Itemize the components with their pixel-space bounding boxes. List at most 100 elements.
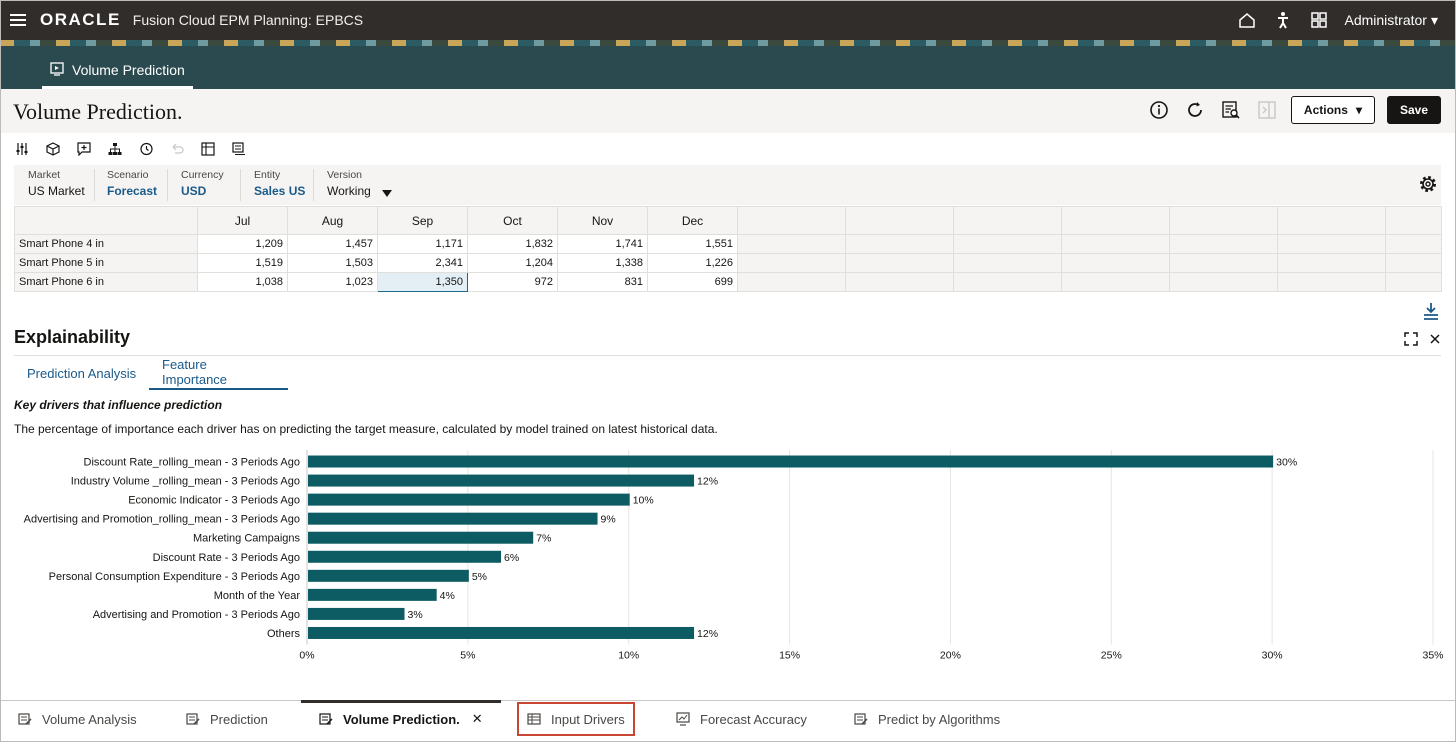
form-icon [186,712,200,726]
data-cell[interactable]: 2,341 [377,253,468,273]
navigator-grid-icon[interactable] [1309,10,1329,30]
user-name: Administrator [1344,12,1427,28]
gear-icon[interactable] [1418,174,1438,194]
nav-tab-label: Volume Prediction [72,62,185,78]
category-label: Industry Volume _rolling_mean - 3 Period… [71,476,300,488]
info-icon[interactable] [1147,98,1171,122]
category-label: Personal Consumption Expenditure - 3 Per… [49,571,300,583]
bar [308,474,695,487]
data-cell-selected[interactable]: 1,350 [377,272,468,292]
chevron-down-icon: ▾ [1355,103,1362,117]
history-icon[interactable] [138,141,154,157]
cube-icon[interactable] [45,141,61,157]
home-icon[interactable] [1237,10,1257,30]
data-cell[interactable]: 1,204 [467,253,558,273]
pov-label: Market [28,169,61,181]
expand-icon[interactable] [1404,332,1418,346]
navigation-bar: Volume Prediction [0,46,1456,89]
data-cell[interactable]: 1,551 [647,234,738,254]
table-row: Smart Phone 5 in 1,519 1,503 2,341 1,204… [14,253,1442,273]
user-menu[interactable]: Administrator ▾ [1345,12,1439,29]
data-cell[interactable]: 831 [557,272,648,292]
data-label: 5% [472,571,487,583]
col-header: Dec [647,206,738,235]
tab-volume-prediction[interactable]: Volume Prediction [42,54,193,89]
data-label: 30% [1276,457,1297,469]
comment-icon[interactable] [76,141,92,157]
data-cell[interactable]: 1,519 [197,253,288,273]
pov-value[interactable]: Forecast [107,184,157,198]
data-cell[interactable]: 1,171 [377,234,468,254]
explainability-tabs: Prediction Analysis Feature Importance [14,355,1441,390]
data-cell[interactable]: 1,741 [557,234,648,254]
pov-entity[interactable]: Entity Sales US [254,169,305,198]
global-header: ORACLE Fusion Cloud EPM Planning: EPBCS … [0,0,1456,40]
tab-volume-analysis[interactable]: Volume Analysis [18,701,137,737]
close-tab-icon[interactable]: ✕ [472,711,483,727]
pov-value[interactable]: Sales US [254,184,305,198]
data-cell[interactable]: 1,038 [197,272,288,292]
pov-scenario[interactable]: Scenario Forecast [107,169,157,198]
adjust-sliders-icon[interactable] [14,141,30,157]
form-header: Volume Prediction. Actions ▾ Save [0,89,1456,133]
point-of-view-bar: Market US Market Scenario Forecast Curre… [14,165,1441,205]
grid-form-icon [527,712,541,726]
save-button[interactable]: Save [1386,96,1441,124]
data-cell[interactable]: 1,457 [287,234,378,254]
data-grid: Jul Aug Sep Oct Nov Dec Smart Phone 4 in… [14,206,1442,292]
x-tick-label: 5% [460,650,475,662]
data-label: 3% [408,609,423,621]
oracle-logo: ORACLE [40,10,121,29]
hierarchy-icon[interactable] [107,141,123,157]
table-settings-icon[interactable] [200,141,216,157]
data-cell[interactable]: 699 [647,272,738,292]
data-cell[interactable]: 1,503 [287,253,378,273]
tab-prediction[interactable]: Prediction [186,701,268,737]
table-row: Smart Phone 4 in 1,209 1,457 1,171 1,832… [14,234,1442,254]
tab-feature-importance[interactable]: Feature Importance [149,356,288,390]
data-cell[interactable]: 1,226 [647,253,738,273]
tab-label: Volume Prediction. [343,711,460,727]
data-cell[interactable]: 972 [467,272,558,292]
tab-input-drivers[interactable]: Input Drivers [517,702,635,736]
actions-button[interactable]: Actions ▾ [1290,96,1375,124]
category-label: Advertising and Promotion - 3 Periods Ag… [93,609,300,621]
section-subtitle: Key drivers that influence prediction [14,398,223,412]
data-cell[interactable]: 1,338 [557,253,648,273]
pov-currency[interactable]: Currency USD [181,169,224,198]
data-cell[interactable]: 1,209 [197,234,288,254]
data-label: 6% [504,552,519,564]
collapse-down-icon[interactable] [1423,302,1439,325]
tab-forecast-accuracy[interactable]: Forecast Accuracy [676,701,807,737]
tab-label: Predict by Algorithms [878,711,1001,727]
form-layout-icon[interactable] [231,141,247,157]
search-report-icon[interactable] [1219,98,1243,122]
category-label: Month of the Year [214,590,301,602]
data-cell[interactable]: 1,832 [467,234,558,254]
dashboard-icon [676,712,690,726]
accessibility-icon[interactable] [1273,10,1293,30]
tab-prediction-analysis[interactable]: Prediction Analysis [14,356,149,390]
pov-version[interactable]: Version Working [327,169,371,198]
refresh-icon[interactable] [1183,98,1207,122]
bar [308,550,502,563]
pov-value: Working [327,184,371,198]
col-header: Oct [467,206,558,235]
category-label: Advertising and Promotion_rolling_mean -… [24,514,300,526]
pov-value: US Market [28,184,85,198]
actions-label: Actions [1303,103,1348,117]
menu-icon[interactable] [10,14,26,26]
chevron-down-icon: ▾ [1430,11,1438,28]
pov-value[interactable]: USD [181,184,224,198]
close-icon[interactable] [1429,332,1443,346]
tab-predict-by-algorithms[interactable]: Predict by Algorithms [854,701,1000,737]
row-header: Smart Phone 6 in [14,272,198,292]
version-dropdown-icon[interactable] [382,187,392,201]
x-tick-label: 25% [1101,650,1122,662]
bar [308,588,437,601]
data-cell[interactable]: 1,023 [287,272,378,292]
collapse-panel-icon [1255,98,1279,122]
table-row: Smart Phone 6 in 1,038 1,023 1,350 972 8… [14,272,1442,292]
tab-volume-prediction-form[interactable]: Volume Prediction. ✕ [301,700,501,737]
x-tick-label: 10% [618,650,639,662]
